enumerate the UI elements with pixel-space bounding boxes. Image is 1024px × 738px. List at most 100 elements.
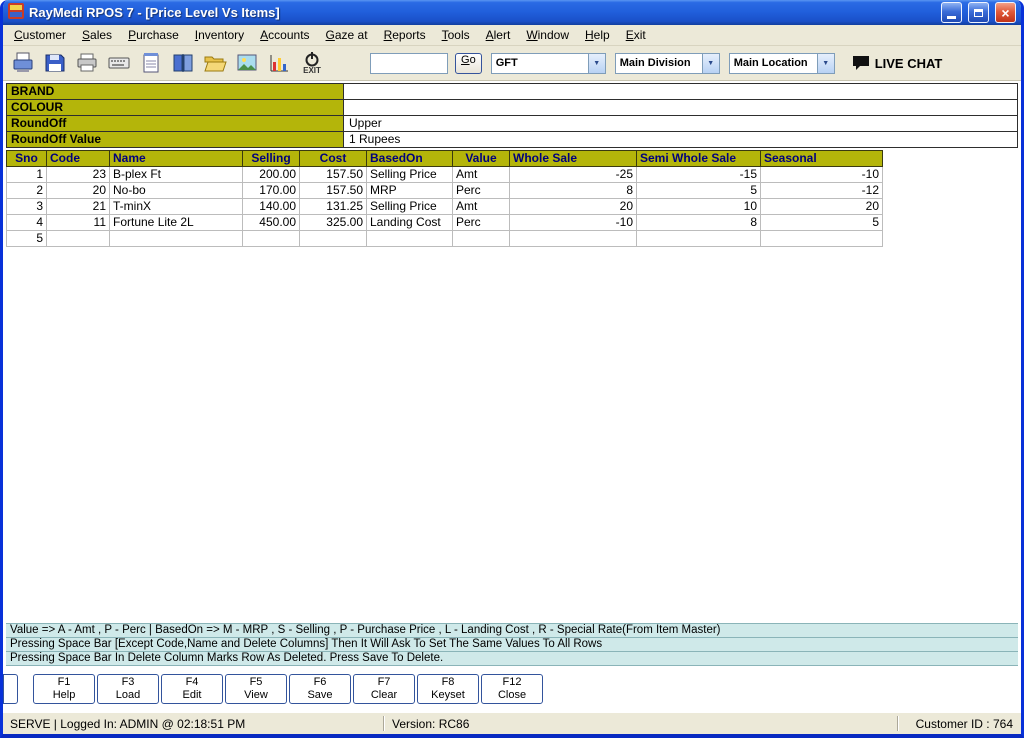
menu-accounts[interactable]: Accounts	[252, 25, 317, 45]
cell-wholesale[interactable]: 8	[510, 183, 637, 199]
cell-name[interactable]	[110, 231, 243, 247]
cell-selling[interactable]: 170.00	[243, 183, 300, 199]
f5-view-button[interactable]: F5 View	[225, 674, 287, 704]
cell-value[interactable]: Perc	[453, 215, 510, 231]
cell-wholesale[interactable]: 20	[510, 199, 637, 215]
roundoff-field[interactable]: Upper	[344, 116, 1018, 132]
partial-button[interactable]	[3, 674, 18, 704]
cell-selling[interactable]: 200.00	[243, 167, 300, 183]
menu-alert[interactable]: Alert	[478, 25, 519, 45]
cell-selling[interactable]: 140.00	[243, 199, 300, 215]
location-combobox[interactable]: Main Location ▼	[729, 53, 835, 74]
f12-close-button[interactable]: F12 Close	[481, 674, 543, 704]
menu-help[interactable]: Help	[577, 25, 618, 45]
cell-sno[interactable]: 4	[7, 215, 47, 231]
exit-button[interactable]: EXIT	[297, 49, 327, 77]
live-chat-button[interactable]: LIVE CHAT	[852, 55, 943, 71]
minimize-button[interactable]	[941, 2, 962, 23]
chevron-down-icon[interactable]: ▼	[817, 54, 834, 73]
cell-selling[interactable]	[243, 231, 300, 247]
close-button[interactable]: ×	[995, 2, 1016, 23]
chart-icon[interactable]	[265, 49, 292, 77]
restore-button[interactable]	[968, 2, 989, 23]
cell-value[interactable]: Amt	[453, 167, 510, 183]
cell-cost[interactable]: 325.00	[300, 215, 367, 231]
f4-edit-button[interactable]: F4 Edit	[161, 674, 223, 704]
cell-wholesale[interactable]: -10	[510, 215, 637, 231]
cell-sno[interactable]: 3	[7, 199, 47, 215]
go-button[interactable]: Go	[455, 53, 482, 74]
cell-name[interactable]: B-plex Ft	[110, 167, 243, 183]
cell-sno[interactable]: 5	[7, 231, 47, 247]
colour-field[interactable]	[344, 100, 1018, 116]
roundoff-value-field[interactable]: 1 Rupees	[344, 132, 1018, 148]
cell-value[interactable]: Perc	[453, 183, 510, 199]
f1-help-button[interactable]: F1 Help	[33, 674, 95, 704]
division-combobox[interactable]: Main Division ▼	[615, 53, 720, 74]
cell-semiwholesale[interactable]: 5	[637, 183, 761, 199]
cell-code[interactable]: 21	[47, 199, 110, 215]
cell-wholesale[interactable]: -25	[510, 167, 637, 183]
form-row-colour: COLOUR	[6, 100, 1018, 116]
f3-load-button[interactable]: F3 Load	[97, 674, 159, 704]
cell-code[interactable]	[47, 231, 110, 247]
cell-cost[interactable]: 157.50	[300, 167, 367, 183]
cell-basedon[interactable]: Selling Price	[367, 199, 453, 215]
f7-clear-button[interactable]: F7 Clear	[353, 674, 415, 704]
f6-save-button[interactable]: F6 Save	[289, 674, 351, 704]
cell-value[interactable]	[453, 231, 510, 247]
printer-icon[interactable]	[73, 49, 100, 77]
cell-code[interactable]: 11	[47, 215, 110, 231]
chevron-down-icon[interactable]: ▼	[588, 54, 605, 73]
menu-purchase[interactable]: Purchase	[120, 25, 187, 45]
menu-tools[interactable]: Tools	[434, 25, 478, 45]
folder-open-icon[interactable]	[201, 49, 228, 77]
cell-code[interactable]: 23	[47, 167, 110, 183]
cell-basedon[interactable]: Landing Cost	[367, 215, 453, 231]
brand-field[interactable]	[344, 84, 1018, 100]
cell-cost[interactable]	[300, 231, 367, 247]
cell-seasonal[interactable]: 5	[761, 215, 883, 231]
menu-reports[interactable]: Reports	[376, 25, 434, 45]
cell-seasonal[interactable]: -12	[761, 183, 883, 199]
menu-inventory[interactable]: Inventory	[187, 25, 252, 45]
toolbar-search-input[interactable]	[370, 53, 448, 74]
pos-bill-icon[interactable]	[9, 49, 36, 77]
cell-name[interactable]: Fortune Lite 2L	[110, 215, 243, 231]
note-spacebar-delete: Pressing Space Bar In Delete Column Mark…	[6, 652, 1018, 666]
cell-seasonal[interactable]: -10	[761, 167, 883, 183]
cell-value[interactable]: Amt	[453, 199, 510, 215]
menu-window[interactable]: Window	[518, 25, 577, 45]
cell-basedon[interactable]: MRP	[367, 183, 453, 199]
cell-semiwholesale[interactable]: 8	[637, 215, 761, 231]
cell-wholesale[interactable]	[510, 231, 637, 247]
colour-label: COLOUR	[6, 100, 344, 116]
cell-semiwholesale[interactable]	[637, 231, 761, 247]
cell-name[interactable]: No-bo	[110, 183, 243, 199]
cell-basedon[interactable]: Selling Price	[367, 167, 453, 183]
keyboard-icon[interactable]	[105, 49, 132, 77]
chevron-down-icon[interactable]: ▼	[702, 54, 719, 73]
cell-basedon[interactable]	[367, 231, 453, 247]
cell-seasonal[interactable]	[761, 231, 883, 247]
menu-sales[interactable]: Sales	[74, 25, 120, 45]
f8-keyset-button[interactable]: F8 Keyset	[417, 674, 479, 704]
ledger-icon[interactable]	[169, 49, 196, 77]
image-icon[interactable]	[233, 49, 260, 77]
menu-gaze-at[interactable]: Gaze at	[318, 25, 376, 45]
cell-semiwholesale[interactable]: -15	[637, 167, 761, 183]
cell-code[interactable]: 20	[47, 183, 110, 199]
cell-cost[interactable]: 131.25	[300, 199, 367, 215]
cell-name[interactable]: T-minX	[110, 199, 243, 215]
cell-cost[interactable]: 157.50	[300, 183, 367, 199]
menu-exit[interactable]: Exit	[618, 25, 654, 45]
cell-seasonal[interactable]: 20	[761, 199, 883, 215]
cell-selling[interactable]: 450.00	[243, 215, 300, 231]
cell-semiwholesale[interactable]: 10	[637, 199, 761, 215]
notepad-icon[interactable]	[137, 49, 164, 77]
menu-customer[interactable]: Customer	[6, 25, 74, 45]
save-icon[interactable]	[41, 49, 68, 77]
cell-sno[interactable]: 1	[7, 167, 47, 183]
pricelevel-combobox[interactable]: GFT ▼	[491, 53, 606, 74]
cell-sno[interactable]: 2	[7, 183, 47, 199]
